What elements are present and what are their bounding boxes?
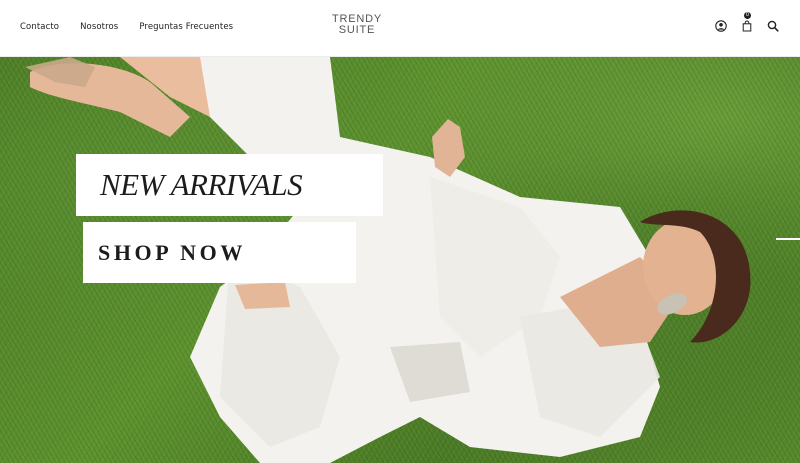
user-icon[interactable] — [715, 19, 727, 32]
nav-link-contacto[interactable]: Contacto — [20, 22, 59, 32]
slider-indicator[interactable] — [776, 238, 800, 240]
header-icons: 0 — [715, 12, 779, 32]
cart-count-badge: 0 — [744, 12, 751, 19]
hero-banner[interactable]: NEW ARRIVALS SHOP NOW — [0, 57, 800, 463]
search-icon[interactable] — [767, 19, 779, 32]
nav-link-preguntas-frecuentes[interactable]: Preguntas Frecuentes — [139, 22, 233, 32]
logo-line-2: SUITE — [338, 24, 376, 36]
brand-logo[interactable]: TRENDY SUITE — [327, 14, 387, 36]
new-arrivals-heading: NEW ARRIVALS — [100, 167, 303, 202]
main-nav: Contacto Nosotros Preguntas Frecuentes — [20, 22, 233, 32]
bag-icon[interactable]: 0 — [741, 12, 753, 32]
site-header: Contacto Nosotros Preguntas Frecuentes T… — [0, 0, 800, 57]
shop-now-button[interactable]: SHOP NOW — [83, 222, 356, 283]
nav-link-nosotros[interactable]: Nosotros — [80, 22, 118, 32]
shop-now-label: SHOP NOW — [98, 239, 246, 265]
new-arrivals-banner[interactable]: NEW ARRIVALS — [76, 154, 383, 216]
